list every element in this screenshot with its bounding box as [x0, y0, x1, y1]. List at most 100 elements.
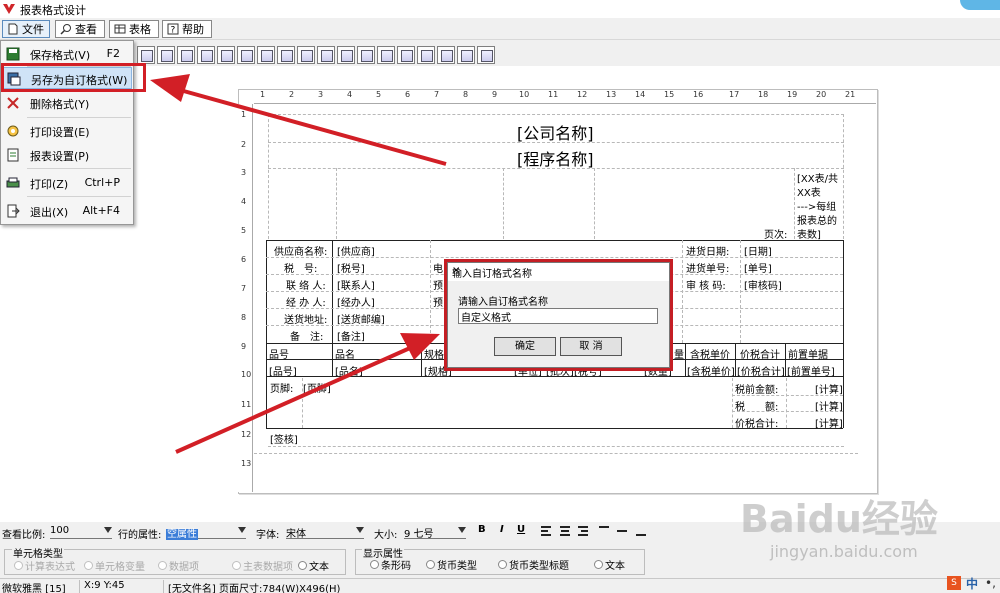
menu-item-label: 打印设置(E): [30, 126, 90, 139]
toolbar-split-icon[interactable]: [157, 46, 175, 64]
radio-label: 单元格变量: [95, 562, 145, 573]
align-center-icon[interactable]: [560, 526, 570, 536]
size-value: 9 七号: [404, 529, 434, 540]
page-number-label: 页次:: [764, 230, 788, 241]
menu-item-report-settings[interactable]: 报表设置(P): [2, 144, 132, 166]
toolbar-link-icon[interactable]: [477, 46, 495, 64]
radio-dot: [498, 560, 507, 569]
row-value[interactable]: [备注]: [337, 328, 365, 343]
ruler-top-label: 20: [816, 90, 827, 99]
ime-mode: 中: [966, 577, 979, 591]
menu-table[interactable]: 表格: [109, 20, 159, 38]
table-icon: [114, 24, 126, 34]
toolbar-text-icon[interactable]: [317, 46, 335, 64]
radio-dot: [14, 561, 23, 570]
guide-line: [268, 446, 844, 447]
menu-item-exit[interactable]: 退出(X) Alt+F4: [2, 200, 132, 222]
toolbar-insert-row-icon[interactable]: [177, 46, 195, 64]
table-header: 品名: [335, 350, 355, 361]
row-value[interactable]: [联系人]: [337, 277, 375, 292]
total-value[interactable]: [计算]: [815, 398, 843, 413]
toolbar-grid-icon[interactable]: [237, 46, 255, 64]
toolbar-rect-icon[interactable]: [197, 46, 215, 64]
guide-line: [682, 240, 683, 343]
italic-button[interactable]: I: [500, 524, 504, 535]
row-value[interactable]: [送货邮编]: [337, 311, 385, 326]
ruler-top-label: 18: [758, 90, 769, 99]
radio-currency[interactable]: 货币类型: [426, 557, 477, 572]
footer-value[interactable]: [页脚]: [303, 380, 331, 395]
ruler-left-label: 8: [241, 313, 247, 322]
menu-item-shortcut: Alt+F4: [82, 204, 120, 217]
radio-data-item[interactable]: 数据项: [158, 558, 199, 573]
bold-button[interactable]: B: [478, 524, 486, 535]
radio-cell-expression[interactable]: 计算表达式: [14, 558, 75, 573]
radio-text[interactable]: 文本: [298, 558, 329, 573]
table-cell[interactable]: [品名]: [335, 363, 363, 378]
toolbar-merge-icon[interactable]: [137, 46, 155, 64]
menu-view[interactable]: 查看: [55, 20, 105, 38]
toolbar-variable-icon[interactable]: [417, 46, 435, 64]
program-name-field[interactable]: [程序名称]: [517, 146, 594, 170]
radio-barcode[interactable]: 条形码: [370, 557, 411, 572]
document-icon: [8, 23, 18, 35]
row-value[interactable]: [经办人]: [337, 294, 375, 309]
toolbar-image-icon[interactable]: [297, 46, 315, 64]
toolbar-line-icon[interactable]: [337, 46, 355, 64]
menu-item-save-format[interactable]: 保存格式(V) F2: [2, 43, 132, 65]
row-right-value[interactable]: [审核码]: [744, 277, 782, 292]
window-accent: [960, 0, 1000, 10]
underline-button[interactable]: U: [517, 524, 525, 535]
radio-label: 货币类型标题: [509, 561, 569, 572]
menu-item-print[interactable]: 打印(Z) Ctrl+P: [2, 172, 132, 194]
toolbar-list-icon[interactable]: [437, 46, 455, 64]
toolbar-print-icon[interactable]: [457, 46, 475, 64]
toolbar-edit-icon[interactable]: [357, 46, 375, 64]
toolbar-delete-row-icon[interactable]: [217, 46, 235, 64]
table-cell[interactable]: [前置单号]: [787, 363, 835, 378]
radio-display-text[interactable]: 文本: [594, 557, 625, 572]
menu-item-print-settings[interactable]: 打印设置(E): [2, 120, 132, 142]
guide-line: [794, 168, 795, 239]
font-value: 宋体: [286, 529, 306, 540]
menu-help[interactable]: ? 帮助: [162, 20, 212, 38]
radio-master-item[interactable]: 主表数据项: [232, 558, 293, 573]
ruler-top-label: 5: [376, 90, 382, 99]
radio-currency-title[interactable]: 货币类型标题: [498, 557, 569, 572]
watermark-url: jingyan.baidu.com: [770, 542, 918, 561]
toolbar-barcode-icon[interactable]: [397, 46, 415, 64]
table-cell[interactable]: [品号]: [269, 363, 297, 378]
total-value[interactable]: [计算]: [815, 381, 843, 396]
size-select[interactable]: 9 七号: [404, 525, 466, 540]
row-value[interactable]: [税号]: [337, 260, 365, 275]
menu-item-delete-format[interactable]: 删除格式(Y): [2, 92, 132, 114]
valign-middle-icon[interactable]: [617, 530, 627, 532]
grid-line: [735, 343, 736, 376]
font-select[interactable]: 宋体: [286, 525, 364, 540]
radio-cell-variable[interactable]: 单元格变量: [84, 558, 145, 573]
ruler-top-label: 10: [519, 90, 530, 99]
toolbar-delete-col-icon[interactable]: [277, 46, 295, 64]
toolbar-table-icon[interactable]: [257, 46, 275, 64]
row-value[interactable]: [供应商]: [337, 243, 375, 258]
company-name-field[interactable]: [公司名称]: [517, 120, 594, 144]
ruler-top-label: 6: [405, 90, 411, 99]
radio-label: 条形码: [381, 561, 411, 572]
radio-dot: [84, 561, 93, 570]
total-value[interactable]: [计算]: [815, 415, 843, 430]
zoom-label: 查看比例:: [2, 530, 46, 541]
toolbar-field-icon[interactable]: [377, 46, 395, 64]
align-right-icon[interactable]: [578, 526, 588, 536]
row-right-value[interactable]: [单号]: [744, 260, 772, 275]
zoom-select[interactable]: 100: [50, 525, 112, 539]
row-attr-select[interactable]: 空属性: [166, 525, 246, 540]
ime-indicator[interactable]: S 中 •,: [945, 574, 1000, 593]
menu-file[interactable]: 文件: [2, 20, 50, 38]
signature-field[interactable]: [签核]: [270, 431, 298, 446]
align-left-icon[interactable]: [541, 526, 551, 536]
valign-top-icon[interactable]: [599, 526, 609, 528]
table-cell[interactable]: [含税单价]: [687, 363, 735, 378]
valign-bottom-icon[interactable]: [636, 534, 646, 536]
table-cell[interactable]: [价税合计]: [737, 363, 785, 378]
row-right-value[interactable]: [日期]: [744, 243, 772, 258]
